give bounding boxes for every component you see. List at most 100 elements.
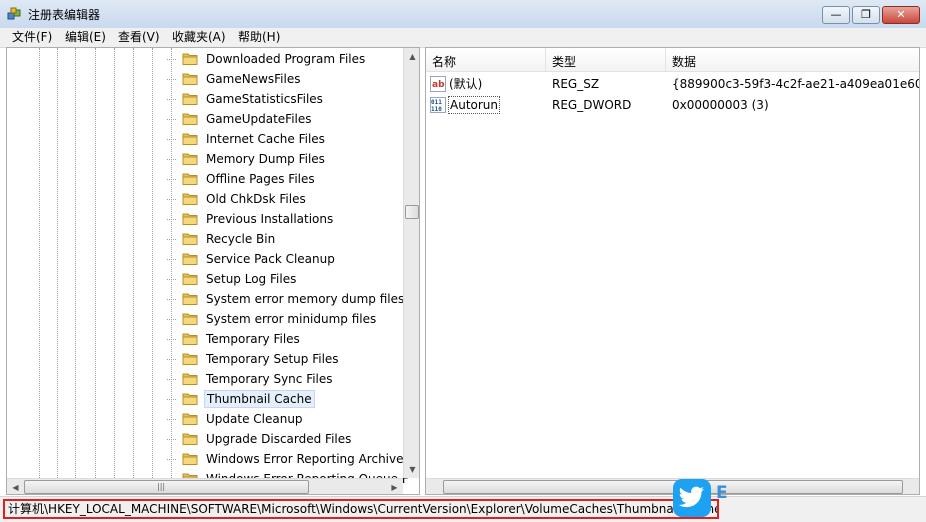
menu-edit[interactable]: 编辑(E) <box>65 29 106 46</box>
tree-item[interactable]: Windows Error Reporting Archive <box>167 449 407 469</box>
close-button[interactable]: ✕ <box>882 6 920 24</box>
tree-item[interactable]: Recycle Bin <box>167 229 407 249</box>
tree-item-label: Internet Cache Files <box>206 132 325 146</box>
tree-connector <box>167 279 176 280</box>
tree-item-label: Temporary Setup Files <box>206 352 339 366</box>
tree-guide-line <box>57 48 58 478</box>
tree-item-label: Service Pack Cleanup <box>206 252 335 266</box>
menu-help[interactable]: 帮助(H) <box>238 29 280 46</box>
tree-item-label: GameStatisticsFiles <box>206 92 323 106</box>
registry-values-pane[interactable]: 名称 类型 数据 ab (默认) REG_SZ {889900c3-59f3-4… <box>425 47 920 495</box>
tree-item[interactable]: Previous Installations <box>167 209 407 229</box>
regedit-app-icon <box>7 7 21 20</box>
tree-connector <box>167 159 176 160</box>
tree-item[interactable]: Old ChkDsk Files <box>167 189 407 209</box>
tree-item-label: Update Cleanup <box>206 412 303 426</box>
column-header-data[interactable]: 数据 <box>666 48 919 72</box>
folder-icon <box>182 113 198 125</box>
value-row-autorun[interactable]: 011 110 Autorun REG_DWORD 0x00000003 (3) <box>426 95 919 115</box>
tree-horizontal-scroll-thumb[interactable]: ||| <box>24 480 309 494</box>
folder-icon <box>182 213 198 225</box>
tree-item-label: GameUpdateFiles <box>206 112 312 126</box>
scroll-left-arrow-icon[interactable]: ◀ <box>7 479 24 494</box>
window-title: 注册表编辑器 <box>28 8 101 22</box>
folder-icon <box>182 253 198 265</box>
tree-connector <box>167 119 176 120</box>
tree-item[interactable]: Service Pack Cleanup <box>167 249 407 269</box>
tree-item[interactable]: Temporary Setup Files <box>167 349 407 369</box>
tree-item[interactable]: GameNewsFiles <box>167 69 407 89</box>
tree-guide-line <box>114 48 115 478</box>
menu-bar: 文件(F) 编辑(E) 查看(V) 收藏夹(A) 帮助(H) <box>0 28 926 48</box>
tree-connector <box>167 459 176 460</box>
tree-item-label: System error memory dump files <box>206 292 405 306</box>
status-key-path: 计算机\HKEY_LOCAL_MACHINE\SOFTWARE\Microsof… <box>3 499 719 519</box>
folder-icon <box>182 233 198 245</box>
tree-connector <box>167 419 176 420</box>
minimize-button[interactable]: — <box>822 6 850 24</box>
tree-item[interactable]: Setup Log Files <box>167 269 407 289</box>
tree-vertical-scrollbar[interactable]: ▲ ▼ <box>403 48 419 478</box>
folder-icon <box>182 433 198 445</box>
svg-text:110: 110 <box>431 106 442 113</box>
tree-item-label: Windows Error Reporting Archive <box>206 452 404 466</box>
folder-icon <box>182 193 198 205</box>
tree-item-label: System error minidump files <box>206 312 377 326</box>
tree-connector <box>167 299 176 300</box>
tree-item-label: Thumbnail Cache <box>204 390 315 408</box>
dword-value-icon: 011 110 <box>430 97 446 113</box>
tree-connector <box>167 339 176 340</box>
folder-icon <box>182 173 198 185</box>
tree-item[interactable]: GameStatisticsFiles <box>167 89 407 109</box>
folder-icon <box>182 273 198 285</box>
tree-item[interactable]: Temporary Files <box>167 329 407 349</box>
tree-item[interactable]: Internet Cache Files <box>167 129 407 149</box>
scroll-grip-icon: ||| <box>157 482 166 491</box>
tree-item[interactable]: Downloaded Program Files <box>167 49 407 69</box>
value-type: REG_SZ <box>552 77 600 91</box>
tree-item[interactable]: System error memory dump files <box>167 289 407 309</box>
folder-icon <box>182 53 198 65</box>
folder-icon <box>182 293 198 305</box>
menu-view[interactable]: 查看(V) <box>118 29 160 46</box>
tree-connector <box>167 439 176 440</box>
tree-guide-line <box>152 48 153 478</box>
tree-item[interactable]: System error minidump files <box>167 309 407 329</box>
tree-connector <box>167 359 176 360</box>
menu-favorites[interactable]: 收藏夹(A) <box>172 29 226 46</box>
tree-horizontal-scrollbar[interactable]: ◀ ||| ▶ <box>7 478 403 494</box>
tree-connector <box>167 239 176 240</box>
tree-connector <box>167 59 176 60</box>
tree-item-label: Previous Installations <box>206 212 334 226</box>
tree-connector <box>167 139 176 140</box>
maximize-button[interactable]: ❐ <box>852 6 880 24</box>
folder-icon <box>182 313 198 325</box>
folder-icon <box>182 73 198 85</box>
tree-guide-line <box>39 48 40 478</box>
tree-item[interactable]: Update Cleanup <box>167 409 407 429</box>
tree-item[interactable]: Thumbnail Cache <box>167 389 407 409</box>
tree-item-label: Memory Dump Files <box>206 152 325 166</box>
menu-file[interactable]: 文件(F) <box>12 29 52 46</box>
value-row-default[interactable]: ab (默认) REG_SZ {889900c3-59f3-4c2f-ae21-… <box>426 74 919 94</box>
scroll-right-arrow-icon[interactable]: ▶ <box>386 479 403 494</box>
scroll-up-arrow-icon[interactable]: ▲ <box>404 48 419 65</box>
tree-item[interactable]: Memory Dump Files <box>167 149 407 169</box>
minimize-icon: — <box>830 8 842 21</box>
column-header-type[interactable]: 类型 <box>546 48 666 72</box>
value-name: Autorun <box>448 96 501 114</box>
tree-item[interactable]: Offline Pages Files <box>167 169 407 189</box>
tree-vertical-scroll-thumb[interactable] <box>405 205 419 219</box>
registry-tree-pane[interactable]: Downloaded Program Files GameNewsFiles Gam… <box>6 47 420 495</box>
tree-item-label: Recycle Bin <box>206 232 276 246</box>
value-data: 0x00000003 (3) <box>672 98 769 112</box>
tree-item[interactable]: Upgrade Discarded Files <box>167 429 407 449</box>
folder-icon <box>182 393 198 405</box>
value-name: (默认) <box>449 77 483 91</box>
tree-item[interactable]: GameUpdateFiles <box>167 109 407 129</box>
scroll-down-arrow-icon[interactable]: ▼ <box>404 461 419 478</box>
tree-connector <box>167 99 176 100</box>
tree-item[interactable]: Temporary Sync Files <box>167 369 407 389</box>
watermark-text: E <box>716 483 728 503</box>
column-header-name[interactable]: 名称 <box>426 48 546 72</box>
